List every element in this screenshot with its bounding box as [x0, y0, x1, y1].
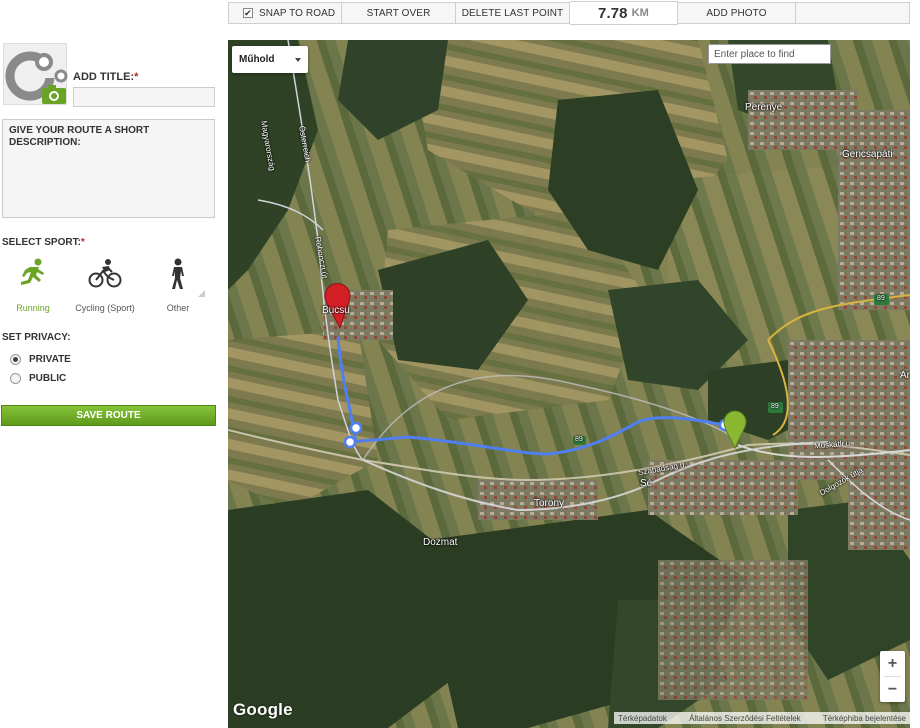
route-photo-upload[interactable]: [3, 43, 68, 105]
zoom-control: + −: [880, 651, 905, 702]
town-label-gencsapati: Gencsapáti: [842, 149, 893, 160]
title-label-text: ADD TITLE:: [73, 71, 135, 83]
town-label-perenye: Perenye: [745, 102, 783, 113]
required-mark: *: [134, 71, 139, 83]
chevron-down-icon: [295, 58, 301, 62]
place-search-input[interactable]: [708, 44, 831, 64]
save-route-button[interactable]: SAVE ROUTE: [1, 405, 216, 426]
route-form-panel: ADD TITLE:* GIVE YOUR ROUTE A SHORT DESC…: [0, 40, 218, 728]
road-shield-89: 89: [877, 295, 885, 302]
sport-option-cycling[interactable]: Cycling (Sport): [70, 258, 140, 313]
sport-label: SELECT SPORT:*: [2, 237, 85, 248]
toolbar: ✔ SNAP TO ROAD START OVER DELETE LAST PO…: [228, 1, 910, 25]
sport-option-running[interactable]: Running: [0, 258, 68, 313]
map-attribution: Térképadatok Általános Szerződési Feltét…: [614, 712, 910, 724]
zoom-out-button[interactable]: −: [880, 677, 905, 702]
public-label: PUBLIC: [29, 373, 67, 384]
public-radio[interactable]: [10, 373, 21, 384]
snap-to-road-checkbox[interactable]: ✔: [243, 8, 253, 18]
walking-icon: [172, 258, 184, 289]
map-type-value: Műhold: [239, 54, 275, 65]
required-mark: *: [80, 237, 85, 248]
title-label: ADD TITLE:*: [73, 71, 138, 83]
sport-option-label: Other: [166, 303, 190, 313]
description-textarea[interactable]: GIVE YOUR ROUTE A SHORT DESCRIPTION:: [2, 119, 215, 218]
privacy-option-public[interactable]: PUBLIC: [10, 373, 66, 384]
privacy-label: SET PRIVACY:: [2, 332, 71, 343]
road-shield-89: 89: [575, 436, 583, 443]
resize-handle[interactable]: [198, 290, 205, 297]
snap-to-road-toggle[interactable]: ✔ SNAP TO ROAD: [228, 2, 342, 24]
sport-label-text: SELECT SPORT:: [2, 237, 81, 248]
cycling-icon: [88, 259, 122, 288]
report-error-link[interactable]: Térképhiba bejelentése: [823, 714, 906, 723]
start-over-button[interactable]: START OVER: [342, 2, 456, 24]
sport-option-label: Cycling (Sport): [75, 303, 135, 313]
description-label: GIVE YOUR ROUTE A SHORT DESCRIPTION:: [9, 125, 150, 148]
route-waypoint[interactable]: [349, 421, 363, 435]
town-label-se: Sé: [640, 478, 653, 489]
running-icon: [21, 258, 44, 285]
terms-link[interactable]: Általános Szerződési Feltételek: [689, 714, 801, 723]
sport-option-other[interactable]: Other: [143, 258, 213, 313]
camera-icon: [5, 51, 68, 104]
map-type-select[interactable]: Műhold: [232, 46, 308, 73]
route-map[interactable]: Perenye Gencsapáti Torony Sé Dozmat Bucs…: [228, 40, 910, 728]
sport-option-label: Running: [16, 303, 50, 313]
delete-last-point-button[interactable]: DELETE LAST POINT: [456, 2, 570, 24]
distance-readout: 7.78 KM: [570, 1, 678, 25]
satellite-imagery: [228, 40, 910, 728]
private-radio[interactable]: [10, 354, 21, 365]
town-label-bucsu: Bucsu: [322, 305, 350, 316]
title-input[interactable]: [73, 87, 215, 107]
google-logo: Google: [233, 700, 293, 719]
map-data-link[interactable]: Térképadatok: [618, 714, 667, 723]
distance-value: 7.78: [598, 4, 628, 22]
town-label-torony: Torony: [534, 498, 565, 509]
road-shield-89: 89: [771, 403, 779, 410]
distance-unit: KM: [631, 7, 649, 19]
snap-to-road-label: SNAP TO ROAD: [259, 7, 336, 19]
private-label: PRIVATE: [29, 354, 71, 365]
privacy-option-private[interactable]: PRIVATE: [10, 354, 71, 365]
town-label-dozmat: Dozmat: [423, 537, 458, 548]
zoom-in-button[interactable]: +: [880, 651, 905, 676]
route-waypoint[interactable]: [343, 435, 357, 449]
town-label-ar: Ar: [900, 370, 910, 381]
toolbar-spacer: [796, 2, 910, 24]
add-photo-button[interactable]: ADD PHOTO: [678, 2, 796, 24]
